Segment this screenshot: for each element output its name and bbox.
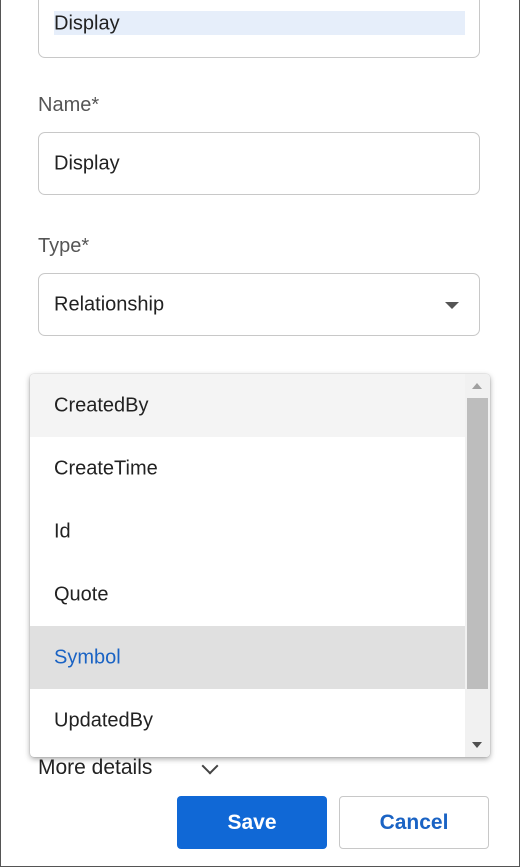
option-updatedby[interactable]: UpdatedBy (30, 689, 465, 752)
name-label: Name* (38, 94, 100, 116)
option-quote[interactable]: Quote (30, 563, 465, 626)
caret-down-icon (445, 301, 459, 309)
cancel-button[interactable]: Cancel (339, 796, 489, 849)
name-input[interactable]: Display (38, 132, 480, 195)
display-field-value: Display (54, 12, 120, 35)
option-createdby[interactable]: CreatedBy (30, 374, 465, 437)
save-button[interactable]: Save (177, 796, 327, 849)
type-select-value: Relationship (54, 293, 165, 315)
type-select[interactable]: Relationship (38, 273, 480, 336)
relationship-dropdown[interactable]: CreatedBy CreateTime Id Quote Symbol Upd… (30, 374, 490, 757)
more-details-toggle[interactable]: More details (38, 756, 152, 780)
display-field[interactable]: Display (38, 0, 480, 58)
option-id[interactable]: Id (30, 500, 465, 563)
name-input-value: Display (54, 152, 120, 174)
option-symbol[interactable]: Symbol (30, 626, 465, 689)
dropdown-scrollbar[interactable] (465, 374, 490, 757)
scroll-down-arrow-icon[interactable] (472, 742, 482, 748)
option-createtime[interactable]: CreateTime (30, 437, 465, 500)
scroll-up-arrow-icon[interactable] (472, 383, 482, 389)
type-label: Type* (38, 235, 90, 257)
scrollbar-thumb[interactable] (467, 398, 488, 689)
